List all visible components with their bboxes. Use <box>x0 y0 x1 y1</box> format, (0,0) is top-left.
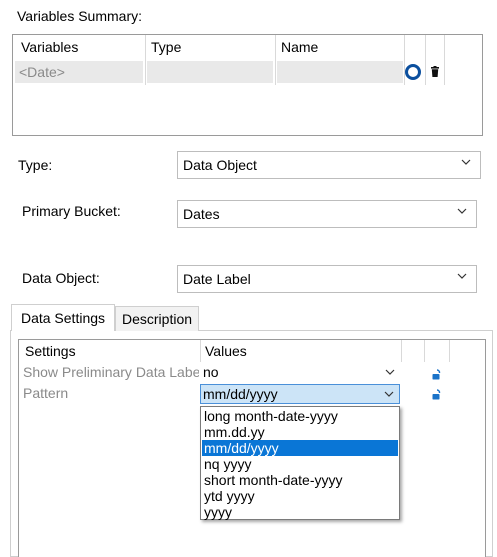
chevron-down-icon <box>385 369 395 375</box>
tab-data-settings[interactable]: Data Settings <box>11 304 115 331</box>
variables-summary-title: Variables Summary: <box>17 8 143 24</box>
type-select[interactable]: Data Object <box>177 151 481 179</box>
data-object-label: Data Object: <box>22 270 100 286</box>
setting-show-preliminary-data-labels: Show Preliminary Data Labe <box>23 364 199 380</box>
type-cell[interactable] <box>147 61 273 83</box>
type-select-value: Data Object <box>183 157 257 173</box>
trash-icon[interactable] <box>429 65 441 77</box>
setting-pattern: Pattern <box>23 385 69 401</box>
column-divider <box>425 35 426 85</box>
dropdown-option[interactable]: mm.dd.yy <box>202 424 398 440</box>
column-divider <box>449 340 450 362</box>
primary-bucket-select[interactable]: Dates <box>177 200 477 228</box>
variables-summary-grid: Variables Type Name <Date> <box>12 34 483 136</box>
radio-selected-icon[interactable] <box>405 64 421 80</box>
dropdown-option[interactable]: short month-date-yyyy <box>202 472 398 488</box>
name-cell[interactable] <box>277 61 403 83</box>
primary-bucket-value: Dates <box>183 206 220 222</box>
column-header-settings[interactable]: Settings <box>25 343 76 359</box>
column-divider <box>401 340 402 362</box>
unlock-icon[interactable] <box>432 387 442 400</box>
dropdown-option[interactable]: nq yyyy <box>202 456 398 472</box>
table-row[interactable]: <Date> <box>15 61 143 83</box>
chevron-down-icon <box>384 391 394 397</box>
column-divider <box>200 340 201 362</box>
column-divider <box>275 35 276 85</box>
dropdown-option[interactable]: yyyy <box>202 504 398 520</box>
column-divider <box>444 35 445 85</box>
primary-bucket-label: Primary Bucket: <box>22 203 121 219</box>
column-divider <box>424 340 425 362</box>
column-header-type[interactable]: Type <box>151 35 181 59</box>
pattern-dropdown-list[interactable]: long month-date-yyyy mm.dd.yy mm/dd/yyyy… <box>200 406 400 520</box>
chevron-down-icon <box>461 159 471 165</box>
pattern-select[interactable]: mm/dd/yyyy <box>200 384 400 404</box>
chevron-down-icon <box>457 208 467 214</box>
show-preliminary-value: no <box>203 364 219 380</box>
show-preliminary-select[interactable]: no <box>200 363 400 382</box>
pattern-value: mm/dd/yyyy <box>203 386 278 402</box>
unlock-icon[interactable] <box>432 367 442 380</box>
dropdown-option[interactable]: long month-date-yyyy <box>202 408 398 424</box>
variable-cell: <Date> <box>19 64 65 80</box>
type-label: Type: <box>18 157 53 173</box>
data-object-select[interactable]: Date Label <box>177 265 477 293</box>
column-divider <box>145 35 146 85</box>
column-header-name[interactable]: Name <box>281 35 318 59</box>
data-object-value: Date Label <box>183 271 251 287</box>
tab-description[interactable]: Description <box>115 306 199 331</box>
chevron-down-icon <box>457 273 467 279</box>
column-header-variables[interactable]: Variables <box>21 35 78 59</box>
dropdown-option[interactable]: ytd yyyy <box>202 488 398 504</box>
dropdown-option-selected[interactable]: mm/dd/yyyy <box>202 440 398 456</box>
column-header-values[interactable]: Values <box>205 343 247 359</box>
